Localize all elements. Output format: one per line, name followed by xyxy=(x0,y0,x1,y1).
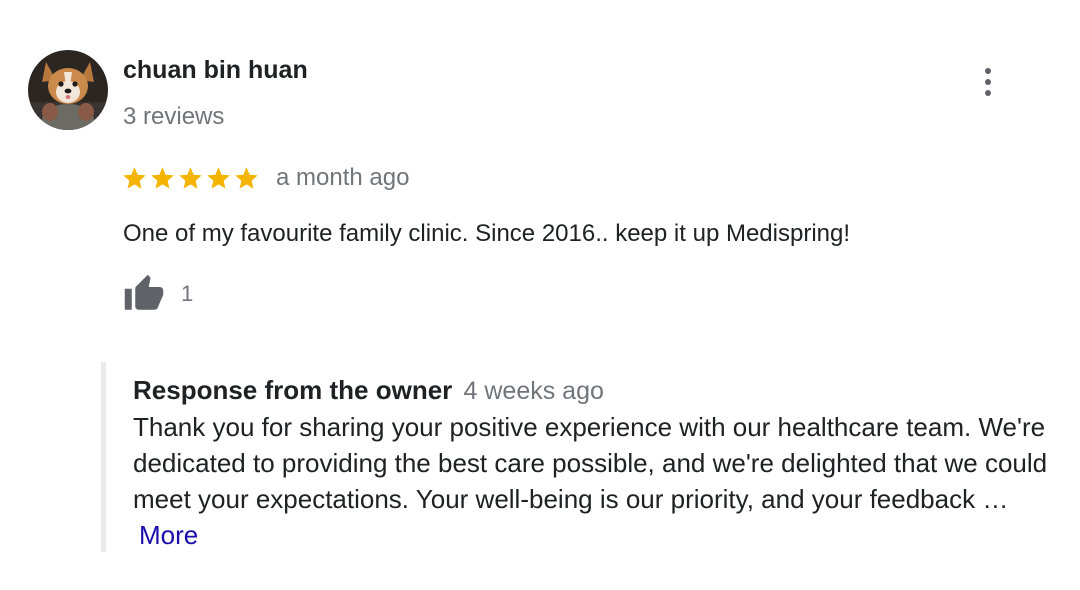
owner-response-timestamp: 4 weeks ago xyxy=(463,377,604,405)
star-icon xyxy=(151,166,174,189)
author-review-count[interactable]: 3 reviews xyxy=(123,103,224,131)
more-link[interactable]: More xyxy=(139,520,198,550)
owner-response-body: Thank you for sharing your positive expe… xyxy=(133,409,1048,553)
thumbs-up-icon xyxy=(124,274,164,310)
dog-avatar-icon xyxy=(28,50,108,130)
more-vert-icon-dot xyxy=(985,79,991,85)
owner-response-text: Thank you for sharing your positive expe… xyxy=(133,412,1048,514)
owner-response: Response from the owner 4 weeks ago Than… xyxy=(101,362,1051,552)
star-icon xyxy=(179,166,202,189)
review-card: chuan bin huan 3 reviews a month ago One… xyxy=(0,0,1080,590)
star-icon xyxy=(235,166,258,189)
like-row: 1 xyxy=(121,272,193,316)
like-button[interactable] xyxy=(121,272,169,316)
more-vert-icon-dot xyxy=(985,90,991,96)
review-text: One of my favourite family clinic. Since… xyxy=(123,220,851,247)
owner-response-title: Response from the owner xyxy=(133,375,453,405)
more-vert-icon xyxy=(985,68,991,74)
like-count: 1 xyxy=(181,281,194,306)
star-icon xyxy=(207,166,230,189)
star-icon xyxy=(123,166,146,189)
owner-response-header: Response from the owner 4 weeks ago xyxy=(133,375,1051,406)
author-name[interactable]: chuan bin huan xyxy=(123,56,308,85)
more-options-button[interactable] xyxy=(970,60,1006,104)
author-avatar[interactable] xyxy=(28,50,108,130)
rating-row: a month ago xyxy=(121,160,409,196)
review-timestamp: a month ago xyxy=(276,164,410,191)
star-rating xyxy=(121,165,260,192)
